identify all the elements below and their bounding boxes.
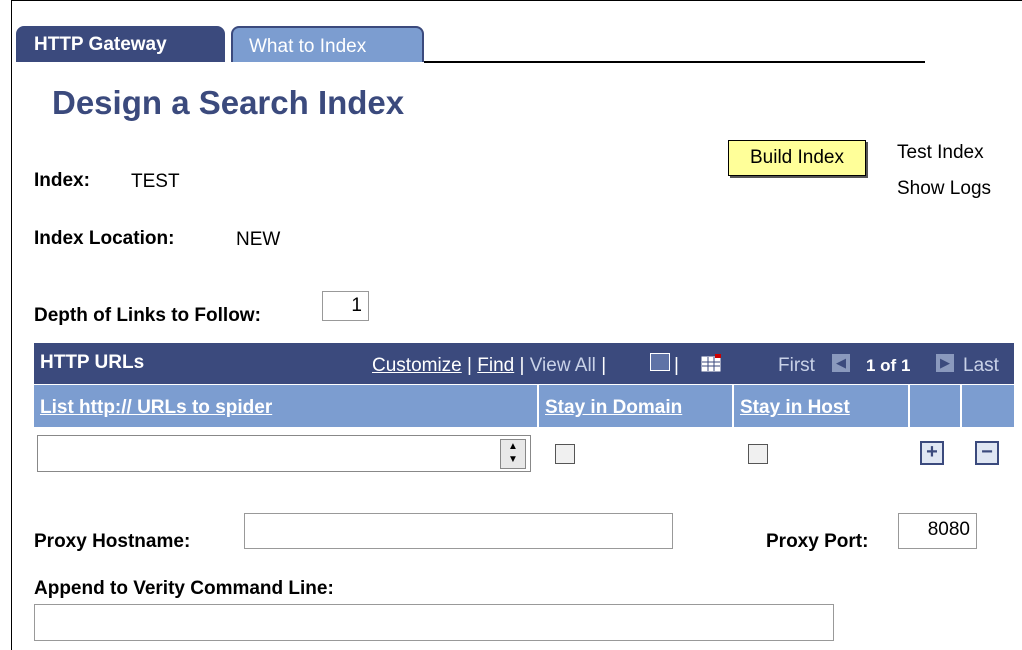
next-arrow-icon: ▶ [936, 354, 954, 372]
grid-header: HTTP URLs Customize | Find | View All | … [34, 343, 1014, 384]
textarea-scroll-icon[interactable]: ▲ ▼ [500, 439, 526, 469]
show-logs-link[interactable]: Show Logs [897, 178, 991, 200]
stay-in-domain-checkbox[interactable] [555, 444, 575, 464]
index-label: Index: [34, 170, 90, 191]
tab-http-gateway[interactable]: HTTP Gateway [16, 26, 225, 62]
tab-underline [424, 61, 925, 63]
index-location-value: NEW [236, 229, 281, 250]
test-index-link[interactable]: Test Index [897, 142, 984, 164]
depth-input[interactable]: 1 [322, 291, 369, 321]
remove-row-button[interactable]: − [975, 441, 999, 465]
stay-in-host-checkbox[interactable] [748, 444, 768, 464]
index-location-label: Index Location: [34, 228, 175, 249]
proxy-hostname-input[interactable] [244, 513, 673, 549]
col-stay-in-domain[interactable]: Stay in Domain [539, 385, 734, 427]
col-add [910, 385, 962, 427]
add-row-button[interactable]: + [920, 441, 944, 465]
new-window-icon[interactable] [650, 353, 670, 371]
append-command-label: Append to Verity Command Line: [34, 578, 334, 599]
download-grid-icon[interactable] [701, 354, 723, 372]
url-textarea[interactable]: ▲ ▼ [37, 435, 531, 472]
page-title: Design a Search Index [52, 84, 405, 121]
last-link: Last [963, 355, 999, 376]
grid-column-headers: List http:// URLs to spider Stay in Doma… [34, 385, 1014, 427]
index-value: TEST [131, 171, 180, 192]
nav-separator: | [601, 355, 607, 376]
depth-label: Depth of Links to Follow: [34, 305, 261, 326]
view-all-link: View All [529, 355, 596, 376]
col-remove [962, 385, 1014, 427]
find-link[interactable]: Find [477, 355, 514, 376]
nav-separator: | [519, 355, 525, 376]
proxy-port-label: Proxy Port: [766, 531, 869, 552]
append-command-input[interactable] [34, 604, 834, 641]
col-stay-in-host[interactable]: Stay in Host [734, 385, 910, 427]
previous-arrow-icon: ◀ [832, 354, 850, 372]
first-link: First [778, 355, 815, 376]
proxy-port-input[interactable]: 8080 [898, 513, 977, 549]
build-index-button[interactable]: Build Index [728, 140, 866, 176]
proxy-hostname-label: Proxy Hostname: [34, 531, 191, 552]
frame-top [11, 0, 1022, 1]
grid-toolbar: Customize | Find | View All | [372, 355, 606, 377]
tab-what-to-index[interactable]: What to Index [231, 26, 424, 62]
customize-link[interactable]: Customize [372, 355, 462, 376]
col-url[interactable]: List http:// URLs to spider [34, 385, 539, 427]
grid-title: HTTP URLs [40, 352, 145, 373]
nav-separator: | [467, 355, 472, 376]
frame-left [11, 0, 12, 650]
nav-separator: | [674, 355, 679, 376]
page-info: 1 of 1 [866, 356, 911, 375]
